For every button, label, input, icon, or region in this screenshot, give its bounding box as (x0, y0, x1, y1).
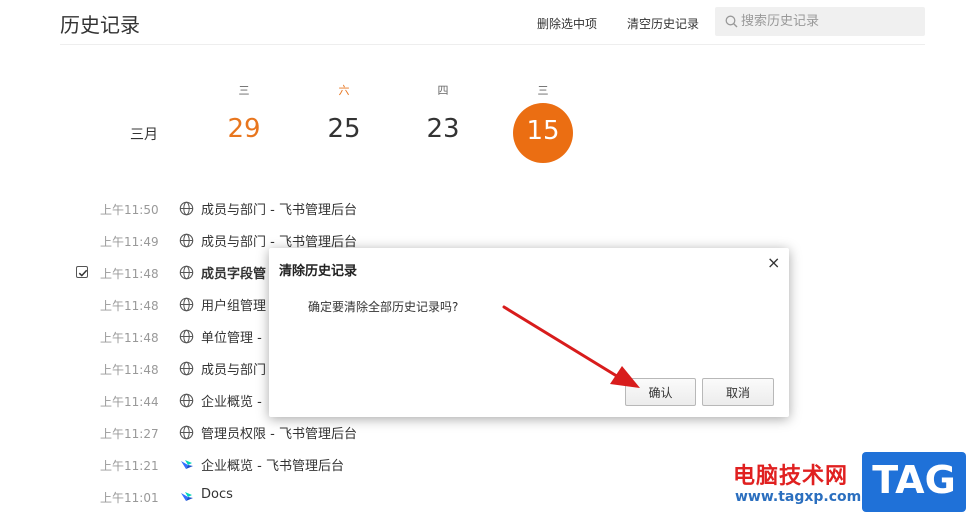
row-checkbox[interactable] (76, 266, 88, 278)
history-title-link[interactable]: 单位管理 - (201, 327, 262, 346)
history-time: 上午11:44 (100, 395, 159, 409)
globe-icon (179, 329, 194, 344)
watermark-badge-text: TAG (872, 458, 956, 502)
globe-icon (179, 425, 194, 440)
history-row[interactable]: 上午11:50 成员与部门 - 飞书管理后台 (60, 193, 925, 225)
watermark-logo: TAG (862, 452, 966, 512)
globe-icon (179, 265, 194, 280)
clear-history-button[interactable]: 清空历史记录 (627, 15, 699, 32)
weekday-label: 三 (537, 84, 549, 97)
close-icon[interactable]: × (767, 253, 780, 272)
search-input[interactable] (741, 7, 921, 36)
dialog-message: 确定要清除全部历史记录吗? (308, 300, 459, 314)
history-title-link[interactable]: 企业概览 - (201, 391, 262, 410)
header-divider (60, 44, 925, 45)
annotation-arrow-icon (502, 305, 640, 388)
history-title-link[interactable]: 企业概览 - 飞书管理后台 (201, 455, 344, 474)
globe-icon (179, 393, 194, 408)
history-title-link[interactable]: 管理员权限 - 飞书管理后台 (201, 423, 357, 442)
weekday-label: 三 (238, 84, 250, 97)
history-title-link[interactable]: 成员与部门 - 飞书管理后台 (201, 199, 357, 218)
cancel-button[interactable]: 取消 (702, 378, 774, 406)
history-time: 上午11:21 (100, 459, 159, 473)
day-number: 25 (327, 114, 361, 144)
globe-icon (179, 201, 194, 216)
calendar-day[interactable]: 四 23 (413, 78, 473, 158)
watermark-url: www.tagxp.com (735, 489, 862, 505)
history-title-link[interactable]: 成员与部门 (201, 359, 266, 378)
calendar-day-selected[interactable]: 三 15 (513, 78, 573, 163)
day-number: 15 (526, 116, 560, 146)
month-label: 三月 (130, 127, 158, 143)
feishu-icon (179, 457, 194, 472)
history-title-link[interactable]: Docs (201, 487, 233, 502)
history-time: 上午11:48 (100, 267, 159, 281)
watermark-text: 电脑技术网 (733, 464, 849, 489)
globe-icon (179, 233, 194, 248)
calendar-day[interactable]: 六 25 (314, 78, 374, 158)
history-row[interactable]: 上午11:27 管理员权限 - 飞书管理后台 (60, 417, 925, 449)
page-title: 历史记录 (60, 13, 140, 37)
weekday-label: 四 (437, 84, 449, 97)
globe-icon (179, 297, 194, 312)
dialog-title: 清除历史记录 (279, 264, 358, 279)
search-box[interactable] (715, 7, 925, 36)
delete-selected-button[interactable]: 删除选中项 (537, 15, 597, 32)
history-time: 上午11:49 (100, 235, 159, 249)
history-title-link[interactable]: 用户组管理 (201, 295, 266, 314)
history-time: 上午11:48 (100, 299, 159, 313)
history-time: 上午11:27 (100, 427, 159, 441)
history-time: 上午11:48 (100, 363, 159, 377)
feishu-icon (179, 489, 194, 504)
history-time: 上午11:50 (100, 203, 159, 217)
history-title-link[interactable]: 成员字段管 (201, 263, 266, 282)
calendar-day[interactable]: 三 29 (214, 78, 274, 158)
day-number: 23 (426, 114, 460, 144)
history-time: 上午11:01 (100, 491, 159, 505)
day-number: 29 (227, 114, 261, 144)
history-time: 上午11:48 (100, 331, 159, 345)
search-icon (725, 15, 738, 28)
globe-icon (179, 361, 194, 376)
weekday-label: 六 (338, 84, 350, 97)
